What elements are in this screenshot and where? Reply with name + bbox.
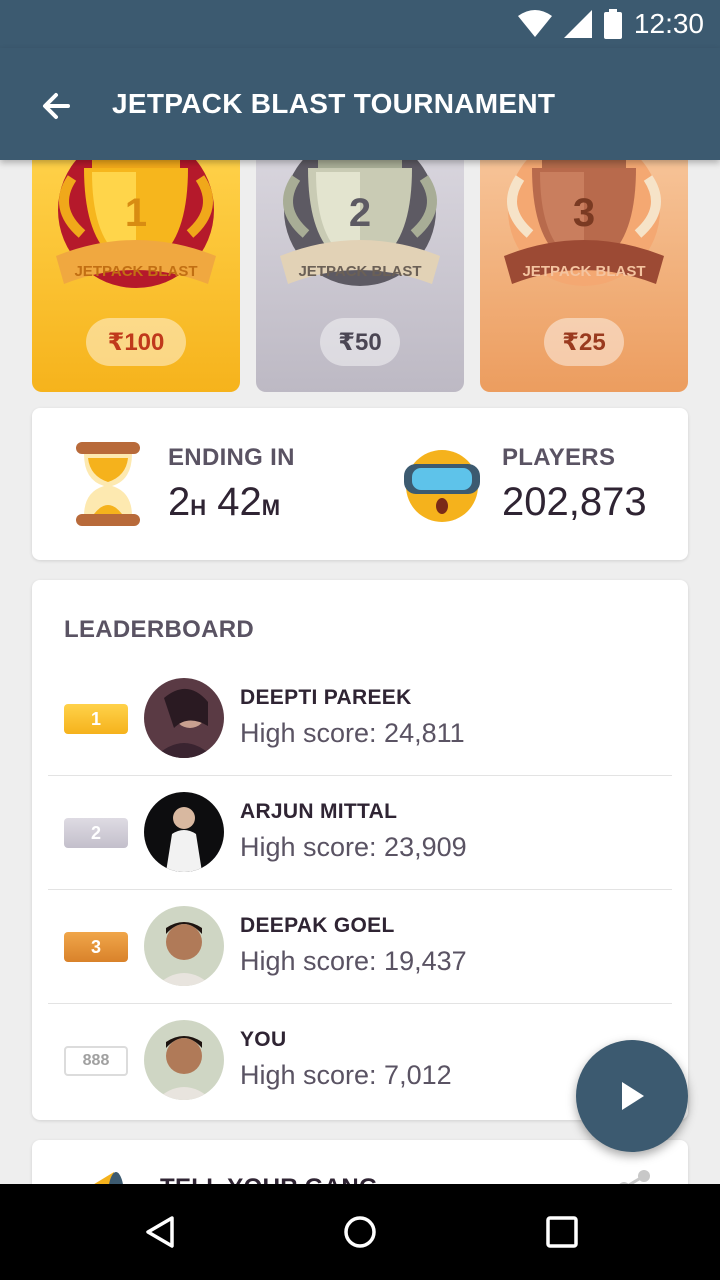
players-label: PLAYERS xyxy=(502,444,616,471)
rank-badge: 1 xyxy=(64,704,128,734)
square-recents-icon xyxy=(546,1216,578,1248)
system-nav-bar xyxy=(0,1184,720,1280)
status-time: 12:30 xyxy=(633,8,704,39)
prize-card-second[interactable]: 2 JETPACK BLAST ₹50 xyxy=(256,160,464,392)
bronze-trophy-icon: 3 JETPACK BLAST xyxy=(504,160,664,286)
status-bar: 12:30 xyxy=(0,0,720,48)
megaphone-icon xyxy=(94,1172,123,1184)
avatar xyxy=(144,906,224,986)
player-name: DEEPAK GOEL xyxy=(240,914,395,937)
leaderboard-row[interactable]: 1 DEEPTI PAREEK High score: 24,811 xyxy=(48,662,672,776)
prize-amount: ₹100 xyxy=(86,318,186,366)
back-button[interactable] xyxy=(32,82,80,130)
avatar xyxy=(144,792,224,872)
ending-in-label: ENDING IN xyxy=(168,444,295,471)
player-score: High score: 24,811 xyxy=(240,718,465,748)
vr-emoji-icon xyxy=(404,450,480,522)
players-value: 202,873 xyxy=(502,480,647,524)
rank-badge: 888 xyxy=(64,1046,128,1076)
page-title: JETPACK BLAST TOURNAMENT xyxy=(112,88,556,119)
prize-card-first[interactable]: 1 JETPACK BLAST ₹100 xyxy=(32,160,240,392)
tournament-content[interactable]: 1 JETPACK BLAST ₹100 2 JETPACK BLAST ₹50 xyxy=(0,160,720,1184)
wifi-icon xyxy=(517,10,552,37)
leaderboard-title: LEADERBOARD xyxy=(64,616,254,643)
player-score: High score: 7,012 xyxy=(240,1060,452,1090)
player-name: DEEPTI PAREEK xyxy=(240,686,412,709)
leaderboard-row[interactable]: 2 ARJUN MITTAL High score: 23,909 xyxy=(48,776,672,890)
triangle-back-icon xyxy=(146,1216,174,1248)
status-icons: 12:30 xyxy=(517,8,704,40)
back-arrow-icon xyxy=(43,93,70,119)
rank-badge: 2 xyxy=(64,818,128,848)
hourglass-icon xyxy=(76,442,140,526)
nav-back-button[interactable] xyxy=(136,1208,184,1256)
ending-in-value: 2H 42M xyxy=(168,480,281,524)
player-name: YOU xyxy=(240,1028,287,1051)
silver-trophy-icon: 2 JETPACK BLAST xyxy=(280,160,440,286)
svg-text:JETPACK BLAST: JETPACK BLAST xyxy=(74,263,197,280)
play-icon xyxy=(622,1082,644,1110)
svg-text:JETPACK BLAST: JETPACK BLAST xyxy=(298,263,421,280)
prize-amount: ₹25 xyxy=(544,318,624,366)
prize-card-third[interactable]: 3 JETPACK BLAST ₹25 xyxy=(480,160,688,392)
player-score: High score: 23,909 xyxy=(240,832,467,862)
app-bar: JETPACK BLAST TOURNAMENT xyxy=(0,48,720,160)
play-button[interactable] xyxy=(576,1040,688,1152)
leaderboard-row[interactable]: 3 DEEPAK GOEL High score: 19,437 xyxy=(48,890,672,1004)
share-label: TELL YOUR GANG xyxy=(160,1174,378,1184)
svg-text:1: 1 xyxy=(125,191,147,235)
nav-recents-button[interactable] xyxy=(538,1208,586,1256)
svg-text:2: 2 xyxy=(349,191,371,235)
tournament-stats-card: ENDING IN 2H 42M PLAYERS 202,873 xyxy=(32,408,688,560)
svg-text:3: 3 xyxy=(573,191,595,235)
share-card[interactable]: TELL YOUR GANG xyxy=(32,1140,688,1184)
circle-home-icon xyxy=(344,1216,376,1248)
avatar xyxy=(144,678,224,758)
nav-home-button[interactable] xyxy=(336,1208,384,1256)
gold-trophy-icon: 1 JETPACK BLAST xyxy=(56,160,216,288)
share-icon[interactable] xyxy=(616,1168,652,1184)
avatar xyxy=(144,1020,224,1100)
svg-text:JETPACK BLAST: JETPACK BLAST xyxy=(522,263,645,280)
rank-badge: 3 xyxy=(64,932,128,962)
player-name: ARJUN MITTAL xyxy=(240,800,398,823)
player-score: High score: 19,437 xyxy=(240,946,467,976)
prize-row: 1 JETPACK BLAST ₹100 2 JETPACK BLAST ₹50 xyxy=(32,160,688,392)
leaderboard-card: LEADERBOARD 1 DEEPTI PAREEK High score: … xyxy=(32,580,688,1120)
signal-icon xyxy=(563,10,592,38)
prize-amount: ₹50 xyxy=(320,318,400,366)
battery-icon xyxy=(603,9,622,39)
